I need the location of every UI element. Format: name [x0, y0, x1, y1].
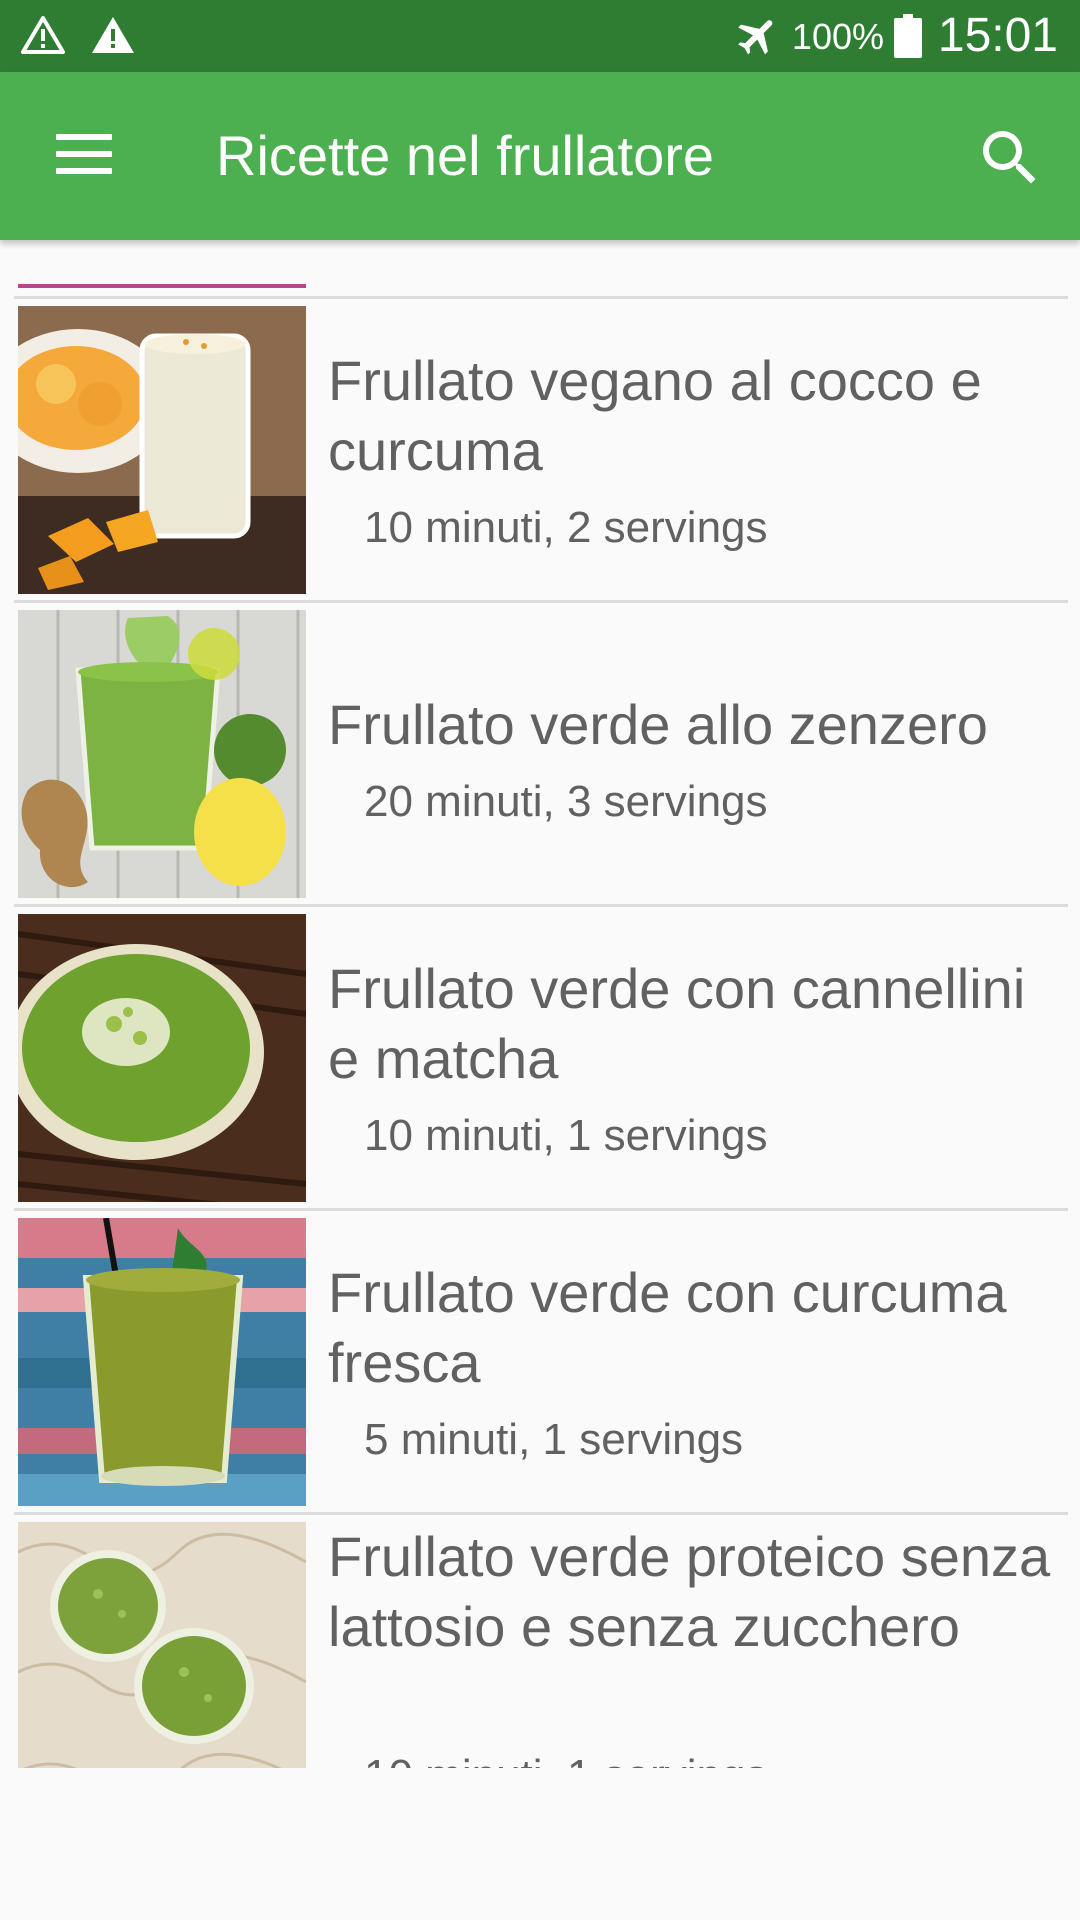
list-item[interactable]: Frullato verde allo zenzero 20 minuti, 3…	[0, 610, 1080, 898]
recipe-thumbnail	[18, 914, 306, 1202]
recipe-title: Frullato verde con cannellini e matcha	[328, 957, 1026, 1090]
recipe-meta: 20 minuti, 3 servings	[364, 777, 768, 826]
recipe-title: Frullato vegano al cocco e curcuma	[328, 349, 982, 482]
battery-icon	[894, 14, 922, 58]
divider	[14, 600, 1068, 603]
divider	[14, 296, 1068, 299]
hamburger-menu-icon[interactable]	[44, 124, 116, 184]
clock: 15:01	[937, 9, 1058, 62]
search-icon[interactable]	[974, 122, 1046, 194]
recipe-meta: 10 minuti, 2 servings	[364, 503, 768, 552]
recipe-meta: 5 minuti, 1 servings	[364, 1415, 744, 1464]
battery-percentage: 100%	[791, 16, 884, 57]
recipe-title: Frullato verde con curcuma fresca	[328, 1261, 1007, 1394]
status-bar: 100% 15:01	[0, 0, 1080, 72]
recipe-thumbnail	[18, 610, 306, 898]
recipe-meta: 10 minuti, 1 servings	[364, 1111, 768, 1160]
recipe-title: Frullato verde allo zenzero	[328, 693, 988, 756]
airplane-mode-icon	[738, 20, 773, 55]
app-bar: Ricette nel frullatore	[0, 72, 1080, 240]
recipe-title: Frullato verde proteico senza lattosio e…	[328, 1525, 1051, 1658]
recipe-thumbnail	[18, 1522, 306, 1768]
previous-item-thumbnail-edge	[18, 284, 306, 288]
list-item[interactable]: Frullato vegano al cocco e curcuma 10 mi…	[0, 306, 1080, 594]
divider	[14, 1512, 1068, 1515]
recipe-list[interactable]: Frullato vegano al cocco e curcuma 10 mi…	[0, 240, 1080, 1768]
warning-filled-icon	[92, 17, 134, 53]
warning-outline-icon	[21, 16, 65, 54]
page-title: Ricette nel frullatore	[216, 124, 715, 187]
divider	[14, 1208, 1068, 1211]
recipe-thumbnail	[18, 306, 306, 594]
recipe-meta: 10 minuti, 1 servings	[364, 1750, 768, 1768]
list-item[interactable]: Frullato verde proteico senza lattosio e…	[0, 1522, 1080, 1768]
list-item[interactable]: Frullato verde con curcuma fresca 5 minu…	[0, 1218, 1080, 1506]
recipe-thumbnail	[18, 1218, 306, 1506]
divider	[14, 904, 1068, 907]
list-item[interactable]: Frullato verde con cannellini e matcha 1…	[0, 914, 1080, 1202]
